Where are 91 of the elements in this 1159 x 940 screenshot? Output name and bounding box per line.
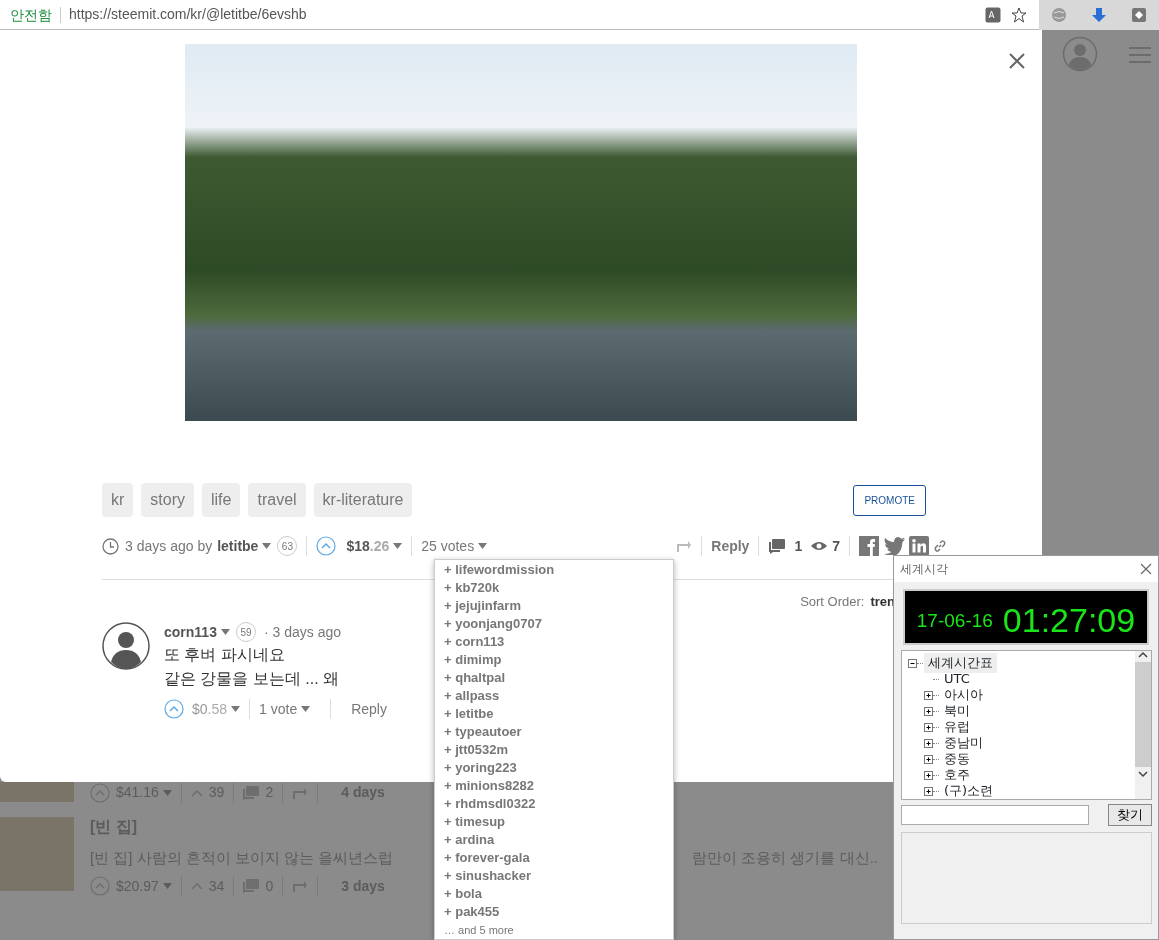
expand-icon[interactable] xyxy=(924,786,933,796)
upvote-icon[interactable] xyxy=(316,536,337,556)
collapse-icon[interactable] xyxy=(908,658,917,668)
tag-link[interactable]: story xyxy=(141,483,194,517)
tree-item[interactable]: 세계시간표 xyxy=(924,653,997,673)
voter-link[interactable]: + bola xyxy=(444,885,664,903)
scrollbar[interactable] xyxy=(1135,651,1151,799)
caret-icon xyxy=(301,706,311,712)
voter-link[interactable]: + dimimp xyxy=(444,651,664,669)
tag-link[interactable]: life xyxy=(202,483,241,517)
comment-text: 같은 강물을 보는데 ... 왜 xyxy=(164,668,341,689)
clock-icon xyxy=(102,537,119,555)
payout-button[interactable]: $18.26 xyxy=(346,535,403,557)
tag-link[interactable]: travel xyxy=(248,483,306,517)
close-icon[interactable] xyxy=(1140,563,1152,575)
votes-button[interactable]: 1 vote xyxy=(259,698,311,720)
voter-link[interactable]: + yoring223 xyxy=(444,759,664,777)
comments-icon xyxy=(768,538,787,554)
promote-button[interactable]: PROMOTE xyxy=(853,484,926,516)
upvote-icon[interactable] xyxy=(164,699,184,719)
votes-button[interactable]: 25 votes xyxy=(421,535,488,557)
window-title: 세계시각 xyxy=(900,561,948,578)
comment-time: · 3 days ago xyxy=(263,622,341,642)
reply-link[interactable]: Reply xyxy=(351,698,387,720)
security-label: 안전함 xyxy=(0,6,61,23)
author-link[interactable]: letitbe xyxy=(217,535,272,557)
voter-link[interactable]: + sinushacker xyxy=(444,867,664,885)
voter-link[interactable]: + allpass xyxy=(444,687,664,705)
expand-icon[interactable] xyxy=(924,722,933,732)
voter-link[interactable]: + yoonjang0707 xyxy=(444,615,664,633)
find-button[interactable]: 찾기 xyxy=(1108,804,1152,826)
chevron-up-icon xyxy=(190,788,203,797)
voter-link[interactable]: + jejujinfarm xyxy=(444,597,664,615)
voter-link[interactable]: + jtt0532m xyxy=(444,741,664,759)
extension-icon[interactable] xyxy=(1131,6,1147,23)
caret-icon xyxy=(231,706,241,712)
clock-date: 17-06-16 xyxy=(916,608,993,633)
view-count: 7 xyxy=(832,536,840,556)
caret-icon xyxy=(162,883,172,889)
voter-link[interactable]: + letitbe xyxy=(444,705,664,723)
reblog-icon xyxy=(292,879,309,893)
comment-text: 또 후벼 파시네요 xyxy=(164,644,286,665)
eye-icon xyxy=(810,540,829,552)
author-link[interactable]: corn113 xyxy=(164,621,230,643)
close-icon xyxy=(1008,52,1026,70)
caret-icon xyxy=(262,543,272,549)
tag-link[interactable]: kr-literature xyxy=(313,483,413,517)
voter-link[interactable]: + timesup xyxy=(444,813,664,831)
twitter-icon[interactable] xyxy=(883,537,905,555)
comments-icon xyxy=(243,879,260,893)
expand-icon[interactable] xyxy=(924,754,933,764)
voter-link[interactable]: + rhdmsdl0322 xyxy=(444,795,664,813)
voter-link[interactable]: + typeautoer xyxy=(444,723,664,741)
caret-icon xyxy=(220,629,230,635)
tag-link[interactable]: kr xyxy=(102,483,134,517)
translate-icon[interactable] xyxy=(985,6,1001,23)
voter-link[interactable]: + lifewordmission xyxy=(444,561,664,579)
chevron-up-icon xyxy=(190,882,203,890)
expand-icon[interactable] xyxy=(924,770,933,780)
facebook-icon[interactable] xyxy=(859,536,879,556)
linkedin-icon[interactable] xyxy=(909,536,929,556)
close-button[interactable] xyxy=(1008,52,1026,70)
avatar-icon xyxy=(102,621,150,670)
expand-icon[interactable] xyxy=(924,706,933,716)
address-field[interactable]: https://steemit.com/kr/@letitbe/6evshb xyxy=(61,4,985,25)
voter-link[interactable]: + ardina xyxy=(444,831,664,849)
download-icon[interactable] xyxy=(1091,6,1107,23)
caret-icon xyxy=(478,543,488,549)
comment-count: 1 xyxy=(794,536,803,556)
voter-link[interactable]: + forever-gala xyxy=(444,849,664,867)
post-time: 3 days ago by xyxy=(125,536,213,556)
chevron-down-icon xyxy=(1138,771,1148,778)
sort-label: Sort Order: xyxy=(800,594,865,609)
expand-icon[interactable] xyxy=(924,690,933,700)
voter-link[interactable]: + qhaltpal xyxy=(444,669,664,687)
voter-link[interactable]: + corn113 xyxy=(444,633,664,651)
clock-time: 01:27:09 xyxy=(1002,601,1136,639)
link-icon[interactable] xyxy=(933,539,947,553)
payout-button[interactable]: $0.58 xyxy=(192,698,241,720)
voter-link[interactable]: + pak455 xyxy=(444,903,664,921)
star-icon[interactable] xyxy=(1011,6,1027,23)
chevron-up-icon xyxy=(1138,651,1148,658)
comments-icon xyxy=(243,785,260,800)
voter-link[interactable]: + kb720k xyxy=(444,579,664,597)
search-field[interactable] xyxy=(901,805,1089,825)
voter-link[interactable]: + minions8282 xyxy=(444,777,664,795)
caret-icon xyxy=(162,789,172,796)
reply-link[interactable]: Reply xyxy=(711,535,750,557)
caret-icon xyxy=(393,543,403,549)
more-voters-text: … and 5 more xyxy=(444,923,515,938)
expand-icon[interactable] xyxy=(924,738,933,748)
